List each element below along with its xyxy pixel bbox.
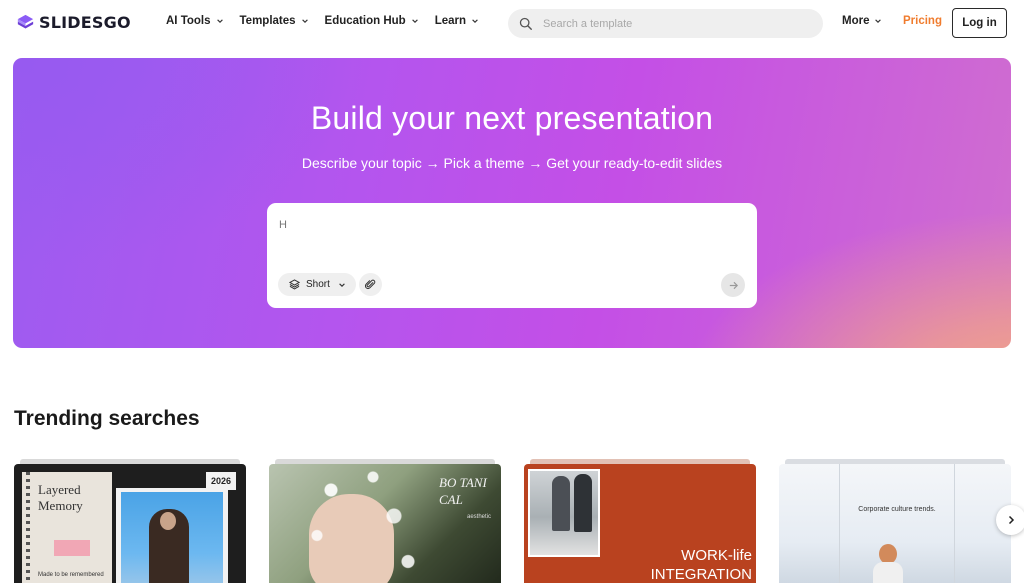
paperclip-icon — [365, 279, 376, 290]
card-title: Corporate culture trends. — [858, 506, 936, 513]
nav-learn[interactable]: Learn — [435, 15, 479, 27]
arrow-right-icon — [729, 281, 738, 289]
more-menu[interactable]: More — [842, 15, 882, 27]
prompt-box: Short — [267, 203, 757, 308]
panel-divider — [954, 464, 955, 583]
trending-card-layered-memory[interactable]: Layered Memory Made to be remembered 202… — [14, 464, 246, 583]
carousel-next-button[interactable] — [996, 505, 1024, 535]
card-title: BO TANI CAL — [439, 475, 487, 507]
trending-title: Trending searches — [14, 407, 200, 430]
more-label: More — [842, 15, 870, 27]
chevron-down-icon — [411, 19, 418, 23]
pink-tag — [54, 540, 90, 556]
main-nav: AI Tools Templates Education Hub Learn — [166, 15, 495, 27]
nav-education-hub-label: Education Hub — [324, 15, 406, 27]
send-button[interactable] — [721, 273, 745, 297]
slidesgo-logo[interactable]: SLIDESGO — [17, 13, 131, 32]
top-navbar: SLIDESGO AI Tools Templates Education Hu… — [0, 0, 1024, 46]
attach-button[interactable] — [359, 273, 382, 296]
search-input[interactable] — [543, 17, 793, 30]
pricing-link[interactable]: Pricing — [903, 15, 942, 27]
notebook-spiral — [26, 472, 30, 583]
nav-ai-tools[interactable]: AI Tools — [166, 15, 224, 27]
chevron-down-icon — [875, 19, 882, 23]
flowers-decoration — [289, 464, 429, 583]
person-head — [879, 544, 897, 564]
chevron-down-icon — [216, 19, 223, 23]
nav-templates-label: Templates — [239, 15, 296, 27]
chevron-down-icon — [472, 19, 478, 23]
prompt-input[interactable] — [279, 215, 739, 235]
nav-templates[interactable]: Templates — [240, 15, 309, 27]
logo-icon — [17, 14, 34, 29]
card-title: Layered Memory — [38, 482, 83, 513]
chevron-right-icon — [1008, 515, 1015, 525]
hero-banner: Build your next presentation Describe yo… — [13, 58, 1011, 348]
hero-subtitle: Describe your topic → Pick a theme → Get… — [301, 155, 723, 171]
photo-face — [160, 512, 176, 530]
search-icon — [519, 17, 532, 30]
length-select-label: Short — [306, 279, 330, 290]
panel-divider — [839, 464, 840, 583]
trending-card-work-life[interactable]: WORK-life INTEGRATION — [524, 464, 756, 583]
trending-card-corporate-culture[interactable]: Corporate culture trends. — [779, 464, 1011, 583]
person-body — [873, 562, 903, 583]
person-2 — [574, 474, 592, 532]
card-title: WORK-life INTEGRATION — [650, 547, 752, 583]
person-1 — [552, 476, 570, 531]
hero-title: Build your next presentation — [310, 100, 714, 136]
nav-learn-label: Learn — [434, 15, 467, 27]
length-select[interactable]: Short — [278, 273, 356, 296]
card-tag: 2026 — [206, 472, 236, 490]
login-button[interactable]: Log in — [952, 8, 1007, 38]
logo-text: SLIDESGO — [39, 13, 131, 32]
search-bar[interactable] — [508, 9, 823, 38]
chevron-down-icon — [301, 19, 308, 23]
trending-card-botanical[interactable]: BO TANI CAL aesthetic — [269, 464, 501, 583]
chevron-down-icon — [339, 282, 345, 287]
layers-icon — [289, 279, 300, 290]
nav-education-hub[interactable]: Education Hub — [325, 15, 419, 27]
card-note: Made to be remembered — [38, 572, 104, 578]
nav-ai-tools-label: AI Tools — [166, 15, 211, 27]
card-note: aesthetic — [467, 514, 492, 520]
